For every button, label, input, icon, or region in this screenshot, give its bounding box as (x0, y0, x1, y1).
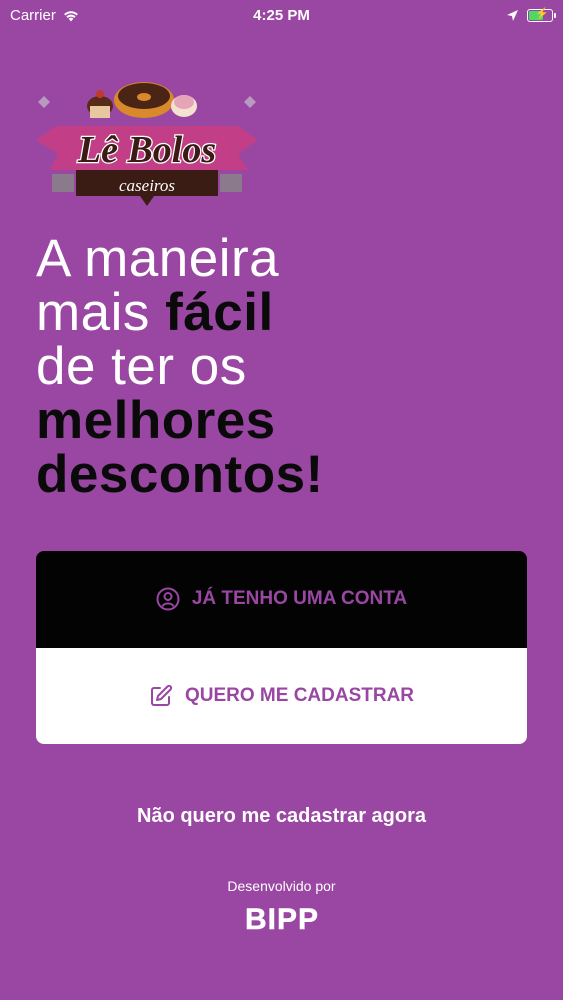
login-button-label: JÁ TENHO UMA CONTA (191, 588, 408, 610)
headline-line-2-bold: fácil (165, 283, 274, 342)
skip-registration-link[interactable]: Não quero me cadastrar agora (0, 805, 563, 828)
bipp-logo: BIPP (245, 903, 319, 934)
le-bolos-logo: Lê Bolos caseiros (36, 82, 258, 206)
developed-by-label: Desenvolvido por (227, 878, 336, 894)
logo-subtitle: caseiros (119, 176, 175, 195)
clock: 4:25 PM (253, 6, 310, 24)
login-button[interactable]: JÁ TENHO UMA CONTA (36, 551, 527, 648)
user-circle-icon (156, 587, 180, 611)
status-bar: Carrier 4:25 PM ⚡ (0, 0, 563, 30)
headline-line-2-light: mais (36, 283, 166, 342)
headline-line-4: melhores (36, 391, 276, 450)
headline-line-2: mais fácil (36, 286, 536, 340)
register-button-label: QUERO ME CADASTRAR (184, 684, 415, 706)
register-button[interactable]: QUERO ME CADASTRAR (36, 647, 527, 744)
headline: A maneira mais fácil de ter os melhores … (36, 232, 536, 502)
headline-line-3: de ter os (36, 337, 247, 396)
headline-line-1: A maneira (36, 229, 280, 288)
headline-line-5: descontos! (36, 445, 324, 504)
logo-title: Lê Bolos (77, 129, 216, 171)
auth-buttons: JÁ TENHO UMA CONTA QUERO ME CADASTRAR (36, 551, 527, 744)
battery-icon: ⚡ (527, 8, 556, 22)
bipp-logo-text: BIPP (245, 903, 319, 934)
edit-icon (150, 684, 173, 706)
